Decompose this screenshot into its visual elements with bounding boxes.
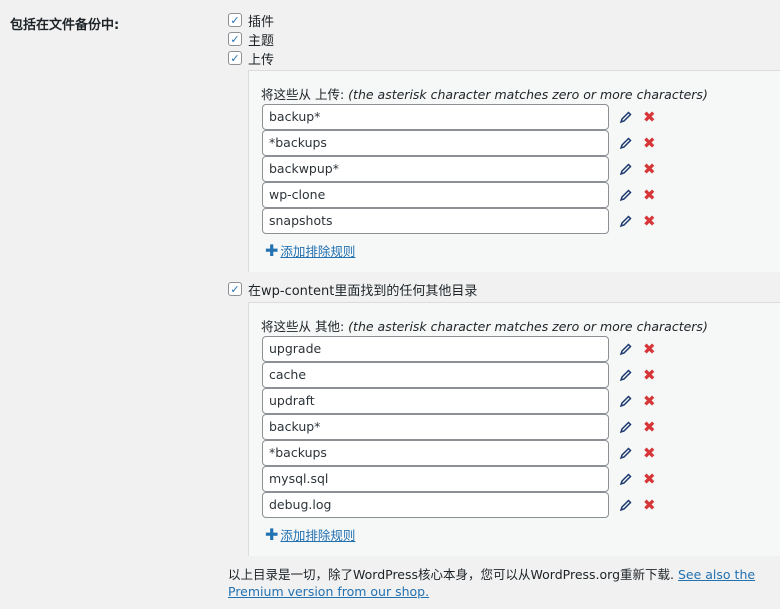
delete-icon[interactable]: ✖: [643, 368, 656, 383]
exclusion-field[interactable]: wp-clone: [262, 182, 609, 208]
exclusion-row: backwpup* ✖: [262, 156, 656, 182]
exclusion-field[interactable]: *backups: [262, 130, 609, 156]
themes-label: 主题: [248, 33, 275, 49]
uploads-checkbox[interactable]: ✓: [228, 51, 242, 65]
delete-icon[interactable]: ✖: [643, 342, 656, 357]
uploads-checkbox-row[interactable]: ✓ 上传: [228, 49, 275, 68]
exclusion-field[interactable]: cache: [262, 362, 609, 388]
setting-label: 包括在文件备份中:: [10, 18, 120, 33]
pencil-icon[interactable]: [619, 498, 633, 512]
add-exclusion-rule-link[interactable]: ✚ 添加排除规则: [265, 241, 355, 260]
plugins-label: 插件: [248, 14, 275, 30]
exclusion-row: backup* ✖: [262, 104, 656, 130]
exclusion-row: cache ✖: [262, 362, 656, 388]
others-exclusions-panel: 将这些从 其他: (the asterisk character matches…: [248, 302, 780, 556]
exclusion-field[interactable]: updraft: [262, 388, 609, 414]
exclusion-field[interactable]: backup*: [262, 414, 609, 440]
delete-icon[interactable]: ✖: [643, 498, 656, 513]
add-exclusion-rule-link[interactable]: ✚ 添加排除规则: [265, 525, 355, 544]
uploads-exclusions-heading: 将这些从 上传: (the asterisk character matches…: [261, 87, 708, 102]
pencil-icon[interactable]: [619, 368, 633, 382]
pencil-icon[interactable]: [619, 136, 633, 150]
uploads-label: 上传: [248, 52, 275, 68]
delete-icon[interactable]: ✖: [643, 110, 656, 125]
pencil-icon[interactable]: [619, 110, 633, 124]
delete-icon[interactable]: ✖: [643, 162, 656, 177]
plugins-checkbox[interactable]: ✓: [228, 13, 242, 27]
delete-icon[interactable]: ✖: [643, 188, 656, 203]
pencil-icon[interactable]: [619, 446, 633, 460]
uploads-exclusions-panel: 将这些从 上传: (the asterisk character matches…: [248, 70, 780, 272]
delete-icon[interactable]: ✖: [643, 420, 656, 435]
plus-icon: ✚: [265, 241, 279, 260]
plus-icon: ✚: [265, 525, 279, 544]
exclusion-field[interactable]: mysql.sql: [262, 466, 609, 492]
others-exclusions-heading: 将这些从 其他: (the asterisk character matches…: [261, 319, 708, 334]
others-checkbox[interactable]: ✓: [228, 282, 242, 296]
pencil-icon[interactable]: [619, 394, 633, 408]
exclusion-row: mysql.sql ✖: [262, 466, 656, 492]
exclusion-field[interactable]: upgrade: [262, 336, 609, 362]
pencil-icon[interactable]: [619, 420, 633, 434]
delete-icon[interactable]: ✖: [643, 472, 656, 487]
exclusion-row: backup* ✖: [262, 414, 656, 440]
exclusion-field[interactable]: *backups: [262, 440, 609, 466]
pencil-icon[interactable]: [619, 342, 633, 356]
exclusion-row: wp-clone ✖: [262, 182, 656, 208]
pencil-icon[interactable]: [619, 472, 633, 486]
exclusion-row: *backups ✖: [262, 440, 656, 466]
others-label: 在wp-content里面找到的任何其他目录: [248, 283, 478, 299]
exclusion-field[interactable]: backwpup*: [262, 156, 609, 182]
footer-note: 以上目录是一切，除了WordPress核心本身，您可以从WordPress.or…: [228, 567, 756, 599]
exclusion-field[interactable]: snapshots: [262, 208, 609, 234]
delete-icon[interactable]: ✖: [643, 214, 656, 229]
exclusion-row: updraft ✖: [262, 388, 656, 414]
delete-icon[interactable]: ✖: [643, 394, 656, 409]
exclusion-field[interactable]: debug.log: [262, 492, 609, 518]
themes-checkbox-row[interactable]: ✓ 主题: [228, 30, 275, 49]
others-checkbox-row[interactable]: ✓ 在wp-content里面找到的任何其他目录: [228, 280, 478, 299]
pencil-icon[interactable]: [619, 162, 633, 176]
themes-checkbox[interactable]: ✓: [228, 32, 242, 46]
exclusion-row: upgrade ✖: [262, 336, 656, 362]
delete-icon[interactable]: ✖: [643, 446, 656, 461]
plugins-checkbox-row[interactable]: ✓ 插件: [228, 11, 275, 30]
pencil-icon[interactable]: [619, 214, 633, 228]
exclusion-field[interactable]: backup*: [262, 104, 609, 130]
exclusion-row: snapshots ✖: [262, 208, 656, 234]
exclusion-row: *backups ✖: [262, 130, 656, 156]
delete-icon[interactable]: ✖: [643, 136, 656, 151]
exclusion-row: debug.log ✖: [262, 492, 656, 518]
pencil-icon[interactable]: [619, 188, 633, 202]
